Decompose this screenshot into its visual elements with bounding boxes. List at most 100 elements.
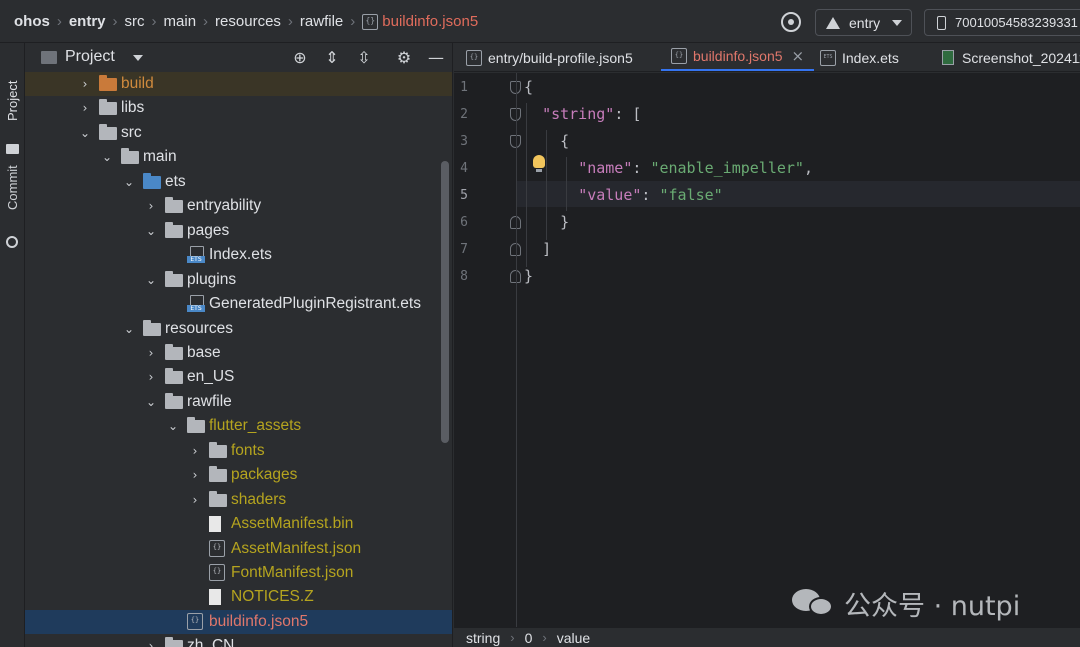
breadcrumb: ohos › entry › src › main › resources › … bbox=[14, 0, 478, 43]
code-line[interactable]: "value": "false" bbox=[524, 186, 723, 204]
chevron-down-icon[interactable]: ⌄ bbox=[79, 127, 91, 139]
code-line[interactable]: "string": [ bbox=[524, 105, 641, 123]
tree-row[interactable]: › shaders bbox=[25, 488, 452, 512]
tab-buildinfo[interactable]: {} buildinfo.json5 × bbox=[661, 43, 815, 71]
chevron-right-icon[interactable]: › bbox=[145, 371, 157, 383]
tree-row[interactable]: AssetManifest.bin bbox=[25, 512, 452, 536]
chevron-right-icon: › bbox=[151, 13, 157, 30]
code-line[interactable]: ] bbox=[524, 240, 551, 258]
run-config-select[interactable]: entry bbox=[815, 9, 912, 36]
chevron-right-icon[interactable]: › bbox=[145, 640, 157, 647]
scrollbar[interactable] bbox=[441, 161, 449, 443]
json-path-item[interactable]: 0 bbox=[525, 630, 533, 646]
device-select[interactable]: 70010054583239331 bbox=[924, 9, 1080, 36]
code-editor[interactable]: 1 2 3 4 5 6 7 8 { "string": [ { "name": … bbox=[454, 73, 1080, 627]
tree-row[interactable]: GeneratedPluginRegistrant.ets bbox=[25, 292, 452, 316]
folder-icon bbox=[41, 51, 57, 64]
folder-icon bbox=[99, 75, 117, 91]
tree-row[interactable]: ⌄ src bbox=[25, 121, 452, 145]
close-icon[interactable]: × bbox=[792, 47, 805, 65]
chevron-right-icon[interactable]: › bbox=[79, 78, 91, 90]
tree-row[interactable]: {} AssetManifest.json bbox=[25, 537, 452, 561]
chevron-right-icon[interactable]: › bbox=[79, 102, 91, 114]
tree-item-label: shaders bbox=[231, 490, 287, 508]
tree-row[interactable]: › packages bbox=[25, 463, 452, 487]
tree-row[interactable]: › base bbox=[25, 341, 452, 365]
breadcrumb-item-src[interactable]: src bbox=[125, 13, 145, 30]
tree-row[interactable]: › entryability bbox=[25, 194, 452, 218]
tree-row[interactable]: ⌄ ets bbox=[25, 170, 452, 194]
tree-row[interactable]: › build bbox=[25, 72, 452, 96]
breadcrumb-item-entry[interactable]: entry bbox=[69, 13, 106, 30]
breadcrumb-item-resources[interactable]: resources bbox=[215, 13, 281, 30]
json-path-item[interactable]: value bbox=[557, 630, 590, 646]
tree-row[interactable]: ⌄ resources bbox=[25, 317, 452, 341]
chevron-down-icon[interactable]: ⌄ bbox=[123, 176, 135, 188]
module-icon bbox=[826, 16, 840, 29]
json-file-icon: {} bbox=[671, 48, 687, 64]
folder-icon bbox=[165, 221, 183, 238]
gear-icon[interactable]: ⚙ bbox=[395, 49, 413, 67]
collapse-all-icon[interactable]: ⇳ bbox=[355, 49, 373, 67]
tree-row[interactable]: › fonts bbox=[25, 439, 452, 463]
chevron-right-icon[interactable]: › bbox=[189, 445, 201, 457]
line-number: 3 bbox=[460, 134, 468, 149]
tree-row[interactable]: {} FontManifest.json bbox=[25, 561, 452, 585]
folder-icon bbox=[121, 148, 139, 165]
folder-icon bbox=[165, 392, 183, 409]
code-line[interactable]: "name": "enable_impeller", bbox=[524, 159, 813, 177]
tree-row[interactable]: Index.ets bbox=[25, 243, 452, 267]
json-path-item[interactable]: string bbox=[466, 630, 500, 646]
gutter-divider bbox=[516, 73, 517, 627]
code-line[interactable]: { bbox=[524, 132, 569, 150]
chevron-down-icon[interactable] bbox=[133, 55, 143, 61]
tool-tab-project[interactable]: Project bbox=[2, 51, 23, 121]
tree-row[interactable]: ⌄ flutter_assets bbox=[25, 414, 452, 438]
tree-row[interactable]: NOTICES.Z bbox=[25, 585, 452, 609]
tree-row[interactable]: › en_US bbox=[25, 365, 452, 389]
chevron-right-icon[interactable]: › bbox=[189, 494, 201, 506]
tree-item-label: libs bbox=[121, 99, 145, 117]
watermark: 公众号 · nutpi bbox=[792, 584, 1020, 622]
project-view-select[interactable]: Project bbox=[65, 48, 115, 66]
tab-index-ets[interactable]: ETS Index.ets bbox=[820, 43, 899, 71]
tree-item-label: resources bbox=[165, 319, 234, 337]
tree-row[interactable]: › libs bbox=[25, 96, 452, 120]
code-line[interactable]: } bbox=[524, 267, 533, 285]
chevron-right-icon[interactable]: › bbox=[145, 347, 157, 359]
breadcrumb-item-ohos[interactable]: ohos bbox=[14, 13, 50, 30]
tree-row[interactable]: {} buildinfo.json5 bbox=[25, 609, 452, 634]
chevron-right-icon: › bbox=[112, 13, 118, 30]
expand-all-icon[interactable]: ⇕ bbox=[323, 49, 341, 67]
tree-row[interactable]: › zh_CN bbox=[25, 634, 452, 647]
tree-row[interactable]: ⌄ rawfile bbox=[25, 390, 452, 414]
crosshair-icon[interactable]: ⊕ bbox=[291, 49, 309, 67]
breadcrumb-item-rawfile[interactable]: rawfile bbox=[300, 13, 343, 30]
folder-icon bbox=[209, 466, 227, 483]
chevron-down-icon[interactable]: ⌄ bbox=[145, 396, 157, 408]
line-number: 7 bbox=[460, 242, 468, 257]
tree-row[interactable]: ⌄ pages bbox=[25, 219, 452, 243]
chevron-down-icon[interactable]: ⌄ bbox=[123, 323, 135, 335]
ets-file-icon: ETS bbox=[820, 49, 836, 66]
locate-target-icon[interactable] bbox=[781, 12, 801, 32]
code-line[interactable]: { bbox=[524, 78, 533, 96]
chevron-down-icon[interactable]: ⌄ bbox=[145, 274, 157, 286]
tree-row[interactable]: ⌄ plugins bbox=[25, 268, 452, 292]
breadcrumb-item-main[interactable]: main bbox=[164, 13, 197, 30]
minimize-icon[interactable]: — bbox=[427, 49, 445, 67]
chevron-down-icon[interactable]: ⌄ bbox=[145, 225, 157, 237]
json-file-icon: {} bbox=[362, 13, 379, 30]
tree-row[interactable]: ⌄ main bbox=[25, 145, 452, 169]
tree-item-label: FontManifest.json bbox=[231, 564, 354, 581]
breadcrumb-item-buildinfo[interactable]: buildinfo.json5 bbox=[382, 13, 478, 30]
chevron-right-icon[interactable]: › bbox=[189, 469, 201, 481]
chevron-down-icon[interactable]: ⌄ bbox=[167, 420, 179, 432]
tab-label: Screenshot_20241125 bbox=[962, 49, 1080, 66]
chevron-right-icon[interactable]: › bbox=[145, 200, 157, 212]
chevron-down-icon[interactable]: ⌄ bbox=[101, 151, 113, 163]
tool-tab-commit[interactable]: Commit bbox=[2, 138, 23, 210]
tab-build-profile[interactable]: {} entry/build-profile.json5 bbox=[466, 43, 633, 71]
tab-screenshot[interactable]: Screenshot_20241125 bbox=[942, 43, 1080, 71]
code-line[interactable]: } bbox=[524, 213, 569, 231]
